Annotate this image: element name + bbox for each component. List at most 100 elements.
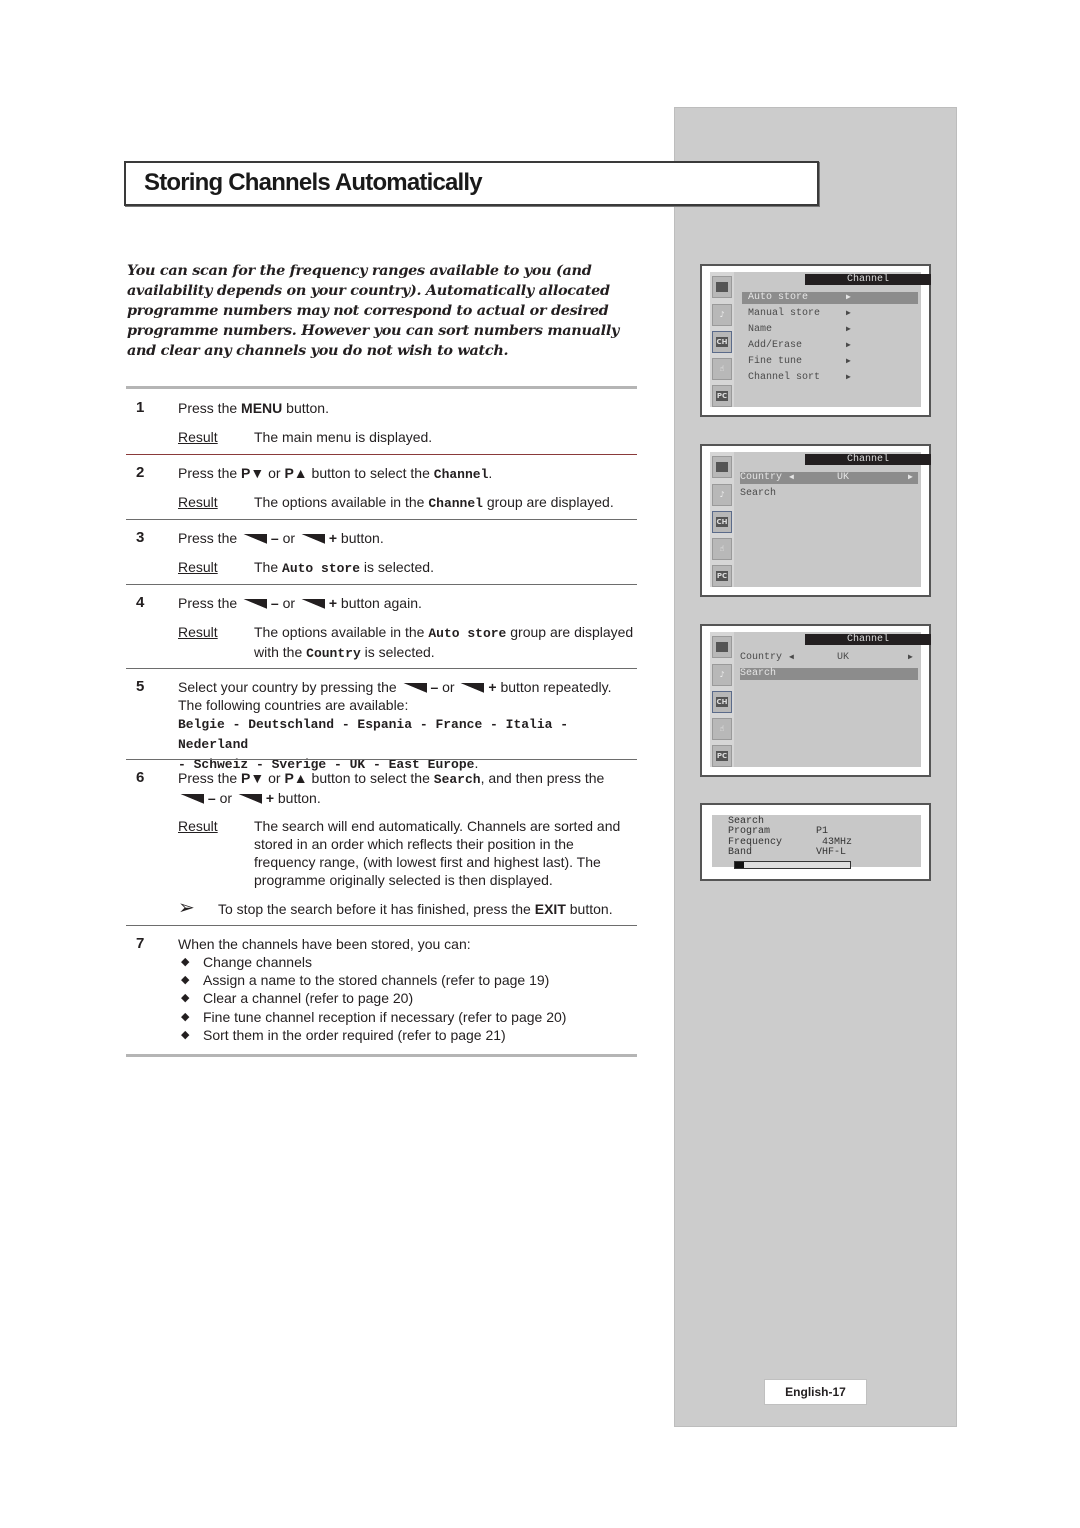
icon-column: ♪ CH ☝ PC	[710, 632, 734, 767]
menu-item-manual-store: Manual store ▶	[748, 308, 851, 319]
menu-item-search: Search	[740, 668, 918, 680]
step-5: 5 Select your country by pressing the – …	[126, 678, 637, 772]
step-number: 3	[136, 529, 145, 546]
menu-item-country: Country ◀ UK ▶	[740, 652, 913, 663]
bullet-icon: ◆	[181, 1028, 190, 1041]
pc-icon: PC	[712, 745, 732, 767]
sound-icon: ♪	[712, 304, 732, 326]
function-icon: ☝	[712, 358, 732, 380]
divider	[126, 519, 637, 520]
pc-icon: PC	[712, 385, 732, 407]
step-1: 1 Press the MENU button. Result The main…	[126, 399, 637, 449]
step-number: 4	[136, 594, 145, 611]
step-2: 2 Press the P▼ or P▲ button to select th…	[126, 464, 637, 514]
page-number: English-17	[764, 1379, 867, 1405]
step-4: 4 Press the – or + button again. Result …	[126, 594, 637, 664]
bullet-icon: ◆	[181, 1010, 190, 1023]
channel-icon: CH	[712, 691, 732, 713]
tv-screen-country-selected: ♪ CH ☝ PC Channel Country ◀ UK ▶ Search	[700, 444, 931, 597]
menu-item-fine-tune: Fine tune ▶	[748, 356, 851, 367]
progress-fill	[735, 862, 745, 868]
result-text: The Auto store is selected.	[254, 559, 434, 576]
result-label: Result	[178, 624, 218, 640]
note-arrow-icon: ➢	[178, 897, 195, 919]
options-list: ◆ Change channels ◆ Assign a name to the s…	[178, 953, 566, 1044]
country-list: Belgie - Deutschland - Espania - France …	[178, 717, 569, 752]
step-text: Press the – or + button.	[178, 530, 384, 546]
picture-icon	[712, 456, 732, 478]
picture-icon	[712, 636, 732, 658]
note-text: To stop the search before it has finishe…	[218, 901, 613, 917]
volume-down-icon	[180, 794, 204, 804]
menu-title: Channel	[805, 634, 931, 645]
volume-down-icon	[243, 599, 268, 609]
menu-item-name: Name ▶	[748, 324, 851, 335]
divider	[126, 1054, 637, 1057]
result-text: The options available in the Auto store …	[254, 624, 634, 661]
step-7: 7 When the channels have been stored, yo…	[126, 935, 637, 1050]
step-number: 2	[136, 464, 145, 481]
step-text: Press the – or + button again.	[178, 595, 422, 611]
pc-icon: PC	[712, 565, 732, 587]
tv-screen-search-selected: ♪ CH ☝ PC Channel Country ◀ UK ▶ Search	[700, 624, 931, 777]
bullet-icon: ◆	[181, 956, 190, 968]
volume-up-icon	[237, 794, 262, 804]
volume-up-icon	[300, 534, 325, 544]
sound-icon: ♪	[712, 484, 732, 506]
title-box: Storing Channels Automatically	[124, 161, 819, 206]
picture-icon	[712, 276, 732, 298]
step-number: 6	[136, 769, 145, 786]
function-icon: ☝	[712, 538, 732, 560]
band-row: Band VHF-L	[728, 847, 847, 858]
function-icon: ☝	[712, 718, 732, 740]
step-6: 6 Press the P▼ or P▲ button to select th…	[126, 769, 637, 919]
step-3: 3 Press the – or + button. Result The Au…	[126, 529, 637, 579]
result-label: Result	[178, 559, 218, 575]
step-number: 5	[136, 678, 145, 695]
step-text: Press the MENU button.	[178, 400, 329, 416]
volume-down-icon	[243, 534, 268, 544]
divider	[126, 925, 637, 926]
intro-paragraph: You can scan for the frequency ranges av…	[127, 262, 620, 359]
bullet-icon: ◆	[181, 992, 190, 1005]
divider	[126, 386, 637, 389]
channel-icon: CH	[712, 511, 732, 533]
list-item: ◆ Change channels	[181, 954, 312, 970]
menu-item-channel-sort: Channel sort ▶	[748, 372, 851, 383]
step-text: Press the P▼ or P▲ button to select the …	[178, 770, 605, 806]
menu-item-country: Country ◀ UK ▶	[740, 472, 918, 484]
menu-title: Channel	[805, 454, 931, 465]
icon-column: ♪ CH ☝ PC	[710, 452, 734, 587]
volume-up-icon	[300, 599, 325, 609]
step-text: When the channels have been stored, you …	[178, 936, 471, 952]
step-number: 7	[136, 935, 145, 952]
page-title: Storing Channels Automatically	[144, 169, 483, 196]
result-label: Result	[178, 494, 218, 510]
divider	[126, 584, 637, 585]
tv-screen-channel-menu: ♪ CH ☝ PC Channel Auto store ▶ Manual sto…	[700, 264, 931, 417]
list-item: ◆ Sort them in the order required (refer …	[181, 1026, 506, 1043]
menu-key: MENU	[241, 400, 283, 416]
menu-item-search: Search	[740, 488, 777, 499]
list-item: ◆ Assign a name to the stored channels (r…	[181, 972, 550, 989]
volume-up-icon	[460, 683, 485, 693]
step-text: Press the P▼ or P▲ button to select the …	[178, 465, 493, 482]
step-number: 1	[136, 399, 145, 416]
menu-item-add-erase: Add/Erase ▶	[748, 340, 851, 351]
icon-column: ♪ CH ☝ PC	[710, 272, 734, 407]
sound-icon: ♪	[712, 664, 732, 686]
result-text: The options available in the Channel gro…	[254, 494, 614, 511]
menu-title: Channel	[805, 274, 931, 285]
volume-down-icon	[402, 683, 427, 693]
tv-screen-search-progress: Search Program P1 Frequency 43MHz Band VHF…	[700, 803, 931, 881]
search-progress-bar	[734, 861, 851, 869]
result-text: The search will end automatically. Chann…	[254, 818, 621, 888]
divider	[126, 668, 637, 669]
list-item: ◆ Clear a channel (refer to page 20)	[181, 990, 414, 1007]
result-label: Result	[178, 429, 218, 445]
result-text: The main menu is displayed.	[254, 429, 433, 445]
channel-icon: CH	[712, 331, 732, 353]
divider	[126, 759, 637, 760]
bullet-icon: ◆	[181, 974, 190, 987]
list-item: ◆ Fine tune channel reception if necessar…	[181, 1008, 567, 1025]
